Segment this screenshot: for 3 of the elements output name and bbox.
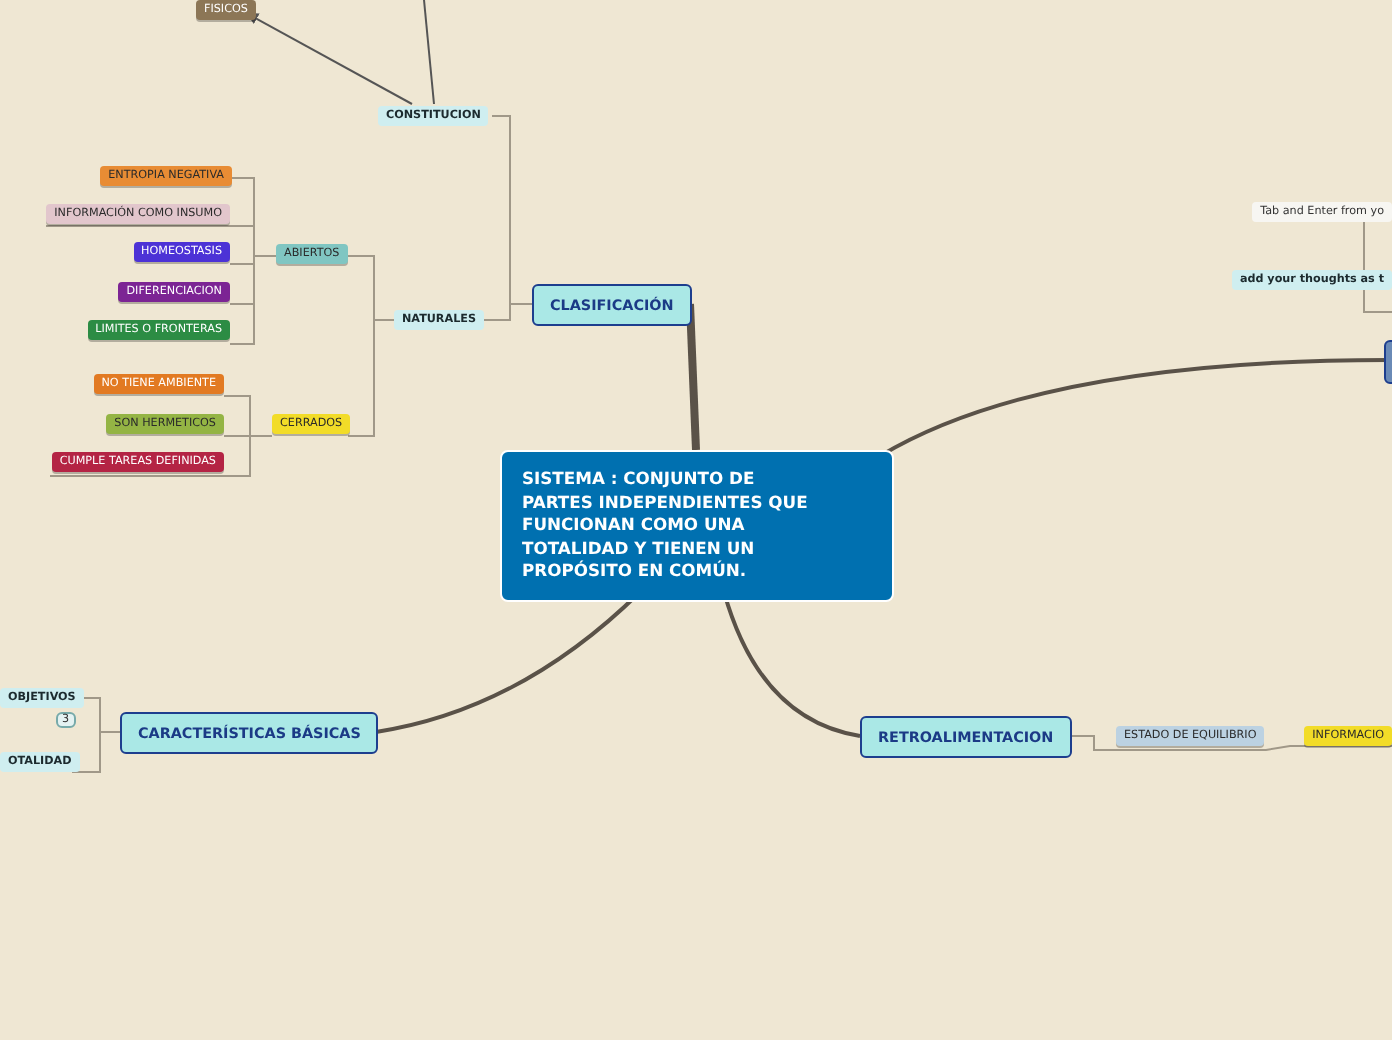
connector-line [71, 731, 121, 773]
central-topic[interactable]: SISTEMA : CONJUNTO DE PARTES INDEPENDIENTES QUE FUNCIONAN COMO UNA TOTALIDAD Y TIENEN UN PROPÓSITO EN COMÚN. [500, 450, 894, 601]
connector-line [423, 0, 435, 105]
